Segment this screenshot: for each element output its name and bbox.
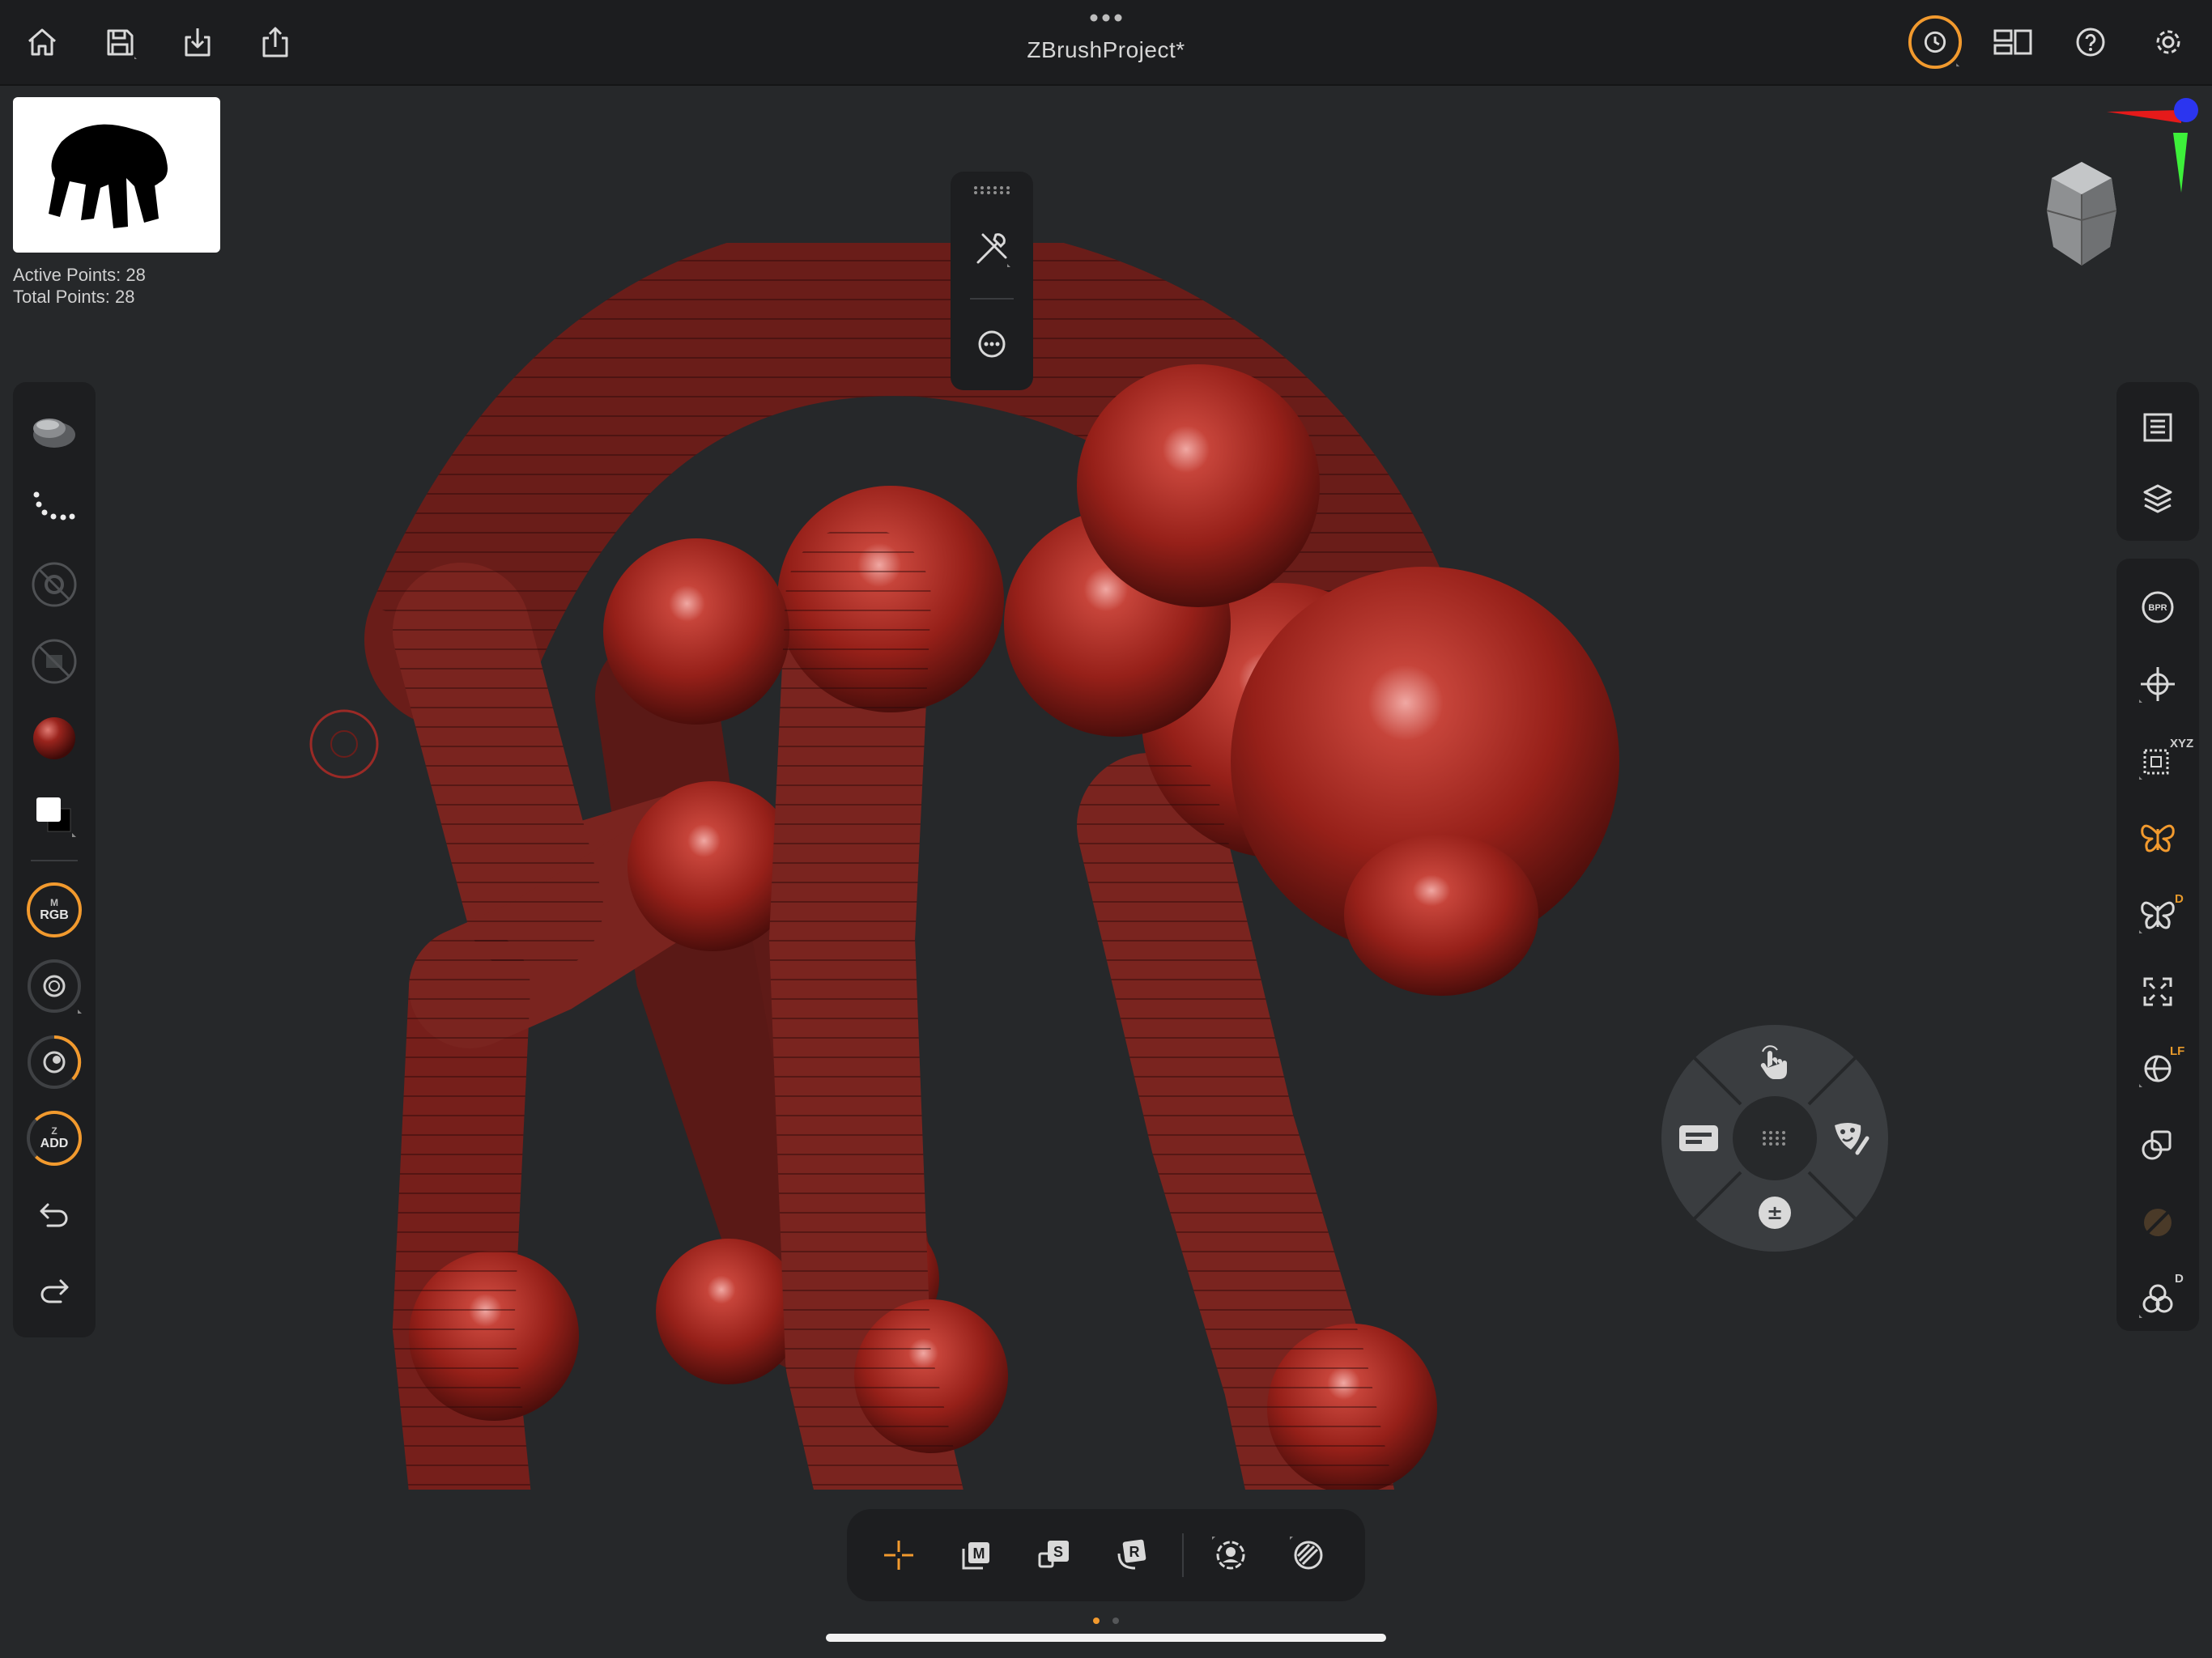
symmetry-d-icon[interactable]: D: [2116, 882, 2199, 947]
zadd-small-label: Z: [51, 1124, 57, 1137]
draw-size-icon[interactable]: [13, 954, 96, 1018]
xyz-badge: XYZ: [2170, 737, 2194, 750]
frame-icon[interactable]: [2116, 959, 2199, 1024]
navigator-thumbnail[interactable]: [13, 97, 220, 253]
bpr-icon[interactable]: BPR: [2116, 575, 2199, 640]
flat-material-icon[interactable]: [2116, 1190, 2199, 1255]
move-icon[interactable]: M: [949, 1528, 1004, 1583]
view-cube[interactable]: [2029, 154, 2134, 275]
layout-icon[interactable]: [1985, 15, 2040, 70]
rotate-label: R: [1129, 1544, 1140, 1560]
menu-divider: [970, 298, 1014, 300]
add-subtract-icon[interactable]: ±: [1746, 1184, 1804, 1242]
transparency-icon[interactable]: [2116, 1113, 2199, 1178]
more-icon[interactable]: [951, 316, 1033, 372]
edit-icon[interactable]: [1281, 1528, 1336, 1583]
texture-icon[interactable]: [13, 629, 96, 694]
mask-icon[interactable]: [1822, 1109, 1880, 1167]
redo-icon[interactable]: [13, 1260, 96, 1324]
bpr-label: BPR: [2148, 603, 2167, 613]
active-points-label: Active Points: 28: [13, 265, 146, 285]
add-subtract-label: ±: [1767, 1201, 1783, 1224]
history-icon[interactable]: [1908, 15, 1963, 70]
settings-icon[interactable]: [2141, 15, 2196, 70]
import-icon[interactable]: [170, 15, 225, 70]
toolbar-divider: [1182, 1533, 1184, 1577]
bottom-toolbar: M S R: [847, 1509, 1365, 1601]
alpha-icon[interactable]: [13, 552, 96, 617]
right-toolbar-top: [2116, 382, 2199, 541]
window-menu-dots-icon[interactable]: [1089, 13, 1123, 23]
viewport-model[interactable]: [356, 243, 1619, 1490]
brush-icon[interactable]: [13, 398, 96, 463]
scale-icon[interactable]: S: [1027, 1528, 1082, 1583]
d2-badge: D: [2175, 1272, 2184, 1286]
page-indicator[interactable]: [1091, 1616, 1121, 1626]
undo-icon[interactable]: [13, 1184, 96, 1248]
home-indicator[interactable]: [826, 1634, 1386, 1642]
rotate-icon[interactable]: R: [1104, 1528, 1159, 1583]
move-label: M: [973, 1545, 985, 1562]
zadd-button[interactable]: Z ADD: [13, 1106, 96, 1171]
toolbar-divider: [31, 860, 78, 861]
rgb-small-label: M: [50, 896, 58, 908]
d-badge: D: [2175, 892, 2184, 906]
zadd-label: ADD: [40, 1136, 69, 1150]
rgb-mode-button[interactable]: M RGB: [13, 878, 96, 942]
tool-icon[interactable]: [951, 220, 1033, 277]
scale-label: S: [1053, 1544, 1063, 1560]
point-counts: Active Points: 28 Total Points: 28: [13, 264, 146, 308]
save-icon[interactable]: [92, 15, 147, 70]
material-sphere-icon[interactable]: [13, 706, 96, 771]
blend-icon[interactable]: D: [2116, 1267, 2199, 1332]
brush-cursor: [308, 708, 381, 780]
transform-icon[interactable]: [871, 1528, 926, 1583]
help-icon[interactable]: [2063, 15, 2118, 70]
left-toolbar: M RGB Z ADD: [13, 382, 96, 1337]
right-toolbar: BPR XYZ D LF D: [2116, 559, 2199, 1331]
polyframe-icon[interactable]: LF: [2116, 1036, 2199, 1101]
stroke-icon[interactable]: [13, 475, 96, 540]
gesture-icon[interactable]: [1746, 1036, 1804, 1091]
symmetry-butterfly-icon[interactable]: [2116, 806, 2199, 870]
focal-shift-icon[interactable]: [13, 1030, 96, 1095]
floor-grid-icon[interactable]: [2116, 652, 2199, 716]
color-swatch-icon[interactable]: [13, 783, 96, 848]
grid-icon[interactable]: [1752, 1125, 1797, 1151]
lf-badge: LF: [2170, 1044, 2185, 1058]
home-icon[interactable]: [15, 15, 70, 70]
total-points-label: Total Points: 28: [13, 287, 135, 307]
share-icon[interactable]: [248, 15, 303, 70]
symmetry-icon[interactable]: XYZ: [2116, 729, 2199, 793]
text-icon[interactable]: [1670, 1109, 1728, 1167]
sub-palette-icon[interactable]: [2116, 395, 2199, 460]
project-title: ZBrushProject*: [1027, 37, 1185, 62]
top-bar: ZBrushProject*: [0, 0, 2212, 86]
drag-handle[interactable]: [951, 181, 1033, 199]
radial-menu: ±: [1660, 1023, 1890, 1253]
gizmo-icon[interactable]: [1203, 1528, 1258, 1583]
layers-icon[interactable]: [2116, 466, 2199, 531]
floating-tool-menu: [951, 172, 1033, 390]
rgb-label: RGB: [40, 908, 69, 922]
